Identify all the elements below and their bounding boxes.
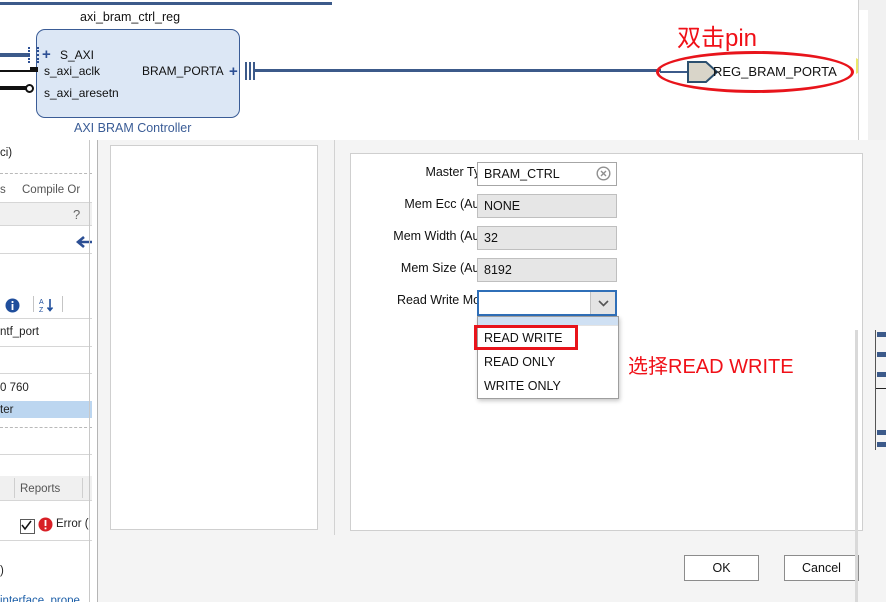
cancel-button[interactable]: Cancel — [784, 555, 859, 581]
bus-stub-2 — [249, 62, 251, 80]
pin-label-s-axi: S_AXI — [60, 48, 95, 62]
expand-plus-bram-porta-icon[interactable]: + — [229, 64, 238, 79]
left-fragment-interface-prop: interface_prope — [0, 595, 80, 602]
field-mem-size: 8192 — [477, 258, 617, 282]
bus-connector-s-axi-icon — [28, 47, 39, 63]
right-edge-ruler — [862, 330, 886, 450]
left-fragment-paren: ) — [0, 565, 4, 577]
checkbox-checked-icon[interactable] — [20, 519, 35, 534]
clear-circle-icon[interactable] — [596, 166, 613, 183]
bus-stub-1 — [245, 62, 247, 80]
annotation-double-click-pin: 双击pin — [677, 25, 758, 52]
right-edge-white-gap — [859, 10, 868, 140]
toolbar-sep-a — [33, 296, 34, 312]
pin-label-s-axi-aclk: s_axi_aclk — [44, 64, 101, 78]
ok-button[interactable]: OK — [684, 555, 759, 581]
block-vlnv-label: AXI BRAM Controller — [74, 121, 192, 135]
tabbar-sep-b — [82, 478, 83, 498]
annotation-select-read-write: 选择READ WRITE — [628, 356, 794, 378]
right-edge-panel — [858, 0, 886, 140]
ruler-vertical-line — [875, 330, 876, 450]
dialog-pane-divider — [334, 140, 335, 535]
ruler-mark-3 — [877, 372, 886, 377]
block-instance-name: axi_bram_ctrl_reg — [80, 10, 181, 24]
panel-divider-5 — [0, 346, 92, 347]
top-selection-rule — [0, 2, 332, 5]
left-fragment-0: ci) — [0, 147, 13, 159]
left-panel-right-border — [89, 140, 90, 602]
field-mem-width: 32 — [477, 226, 617, 250]
panel-divider-4 — [0, 318, 92, 319]
filter-label-error[interactable]: Error ( — [56, 518, 89, 530]
left-fragment-intf-port[interactable]: ntf_port — [0, 326, 39, 338]
field-mem-ecc: NONE — [477, 194, 617, 218]
ruler-mark-1 — [877, 332, 886, 337]
field-master-type[interactable]: BRAM_CTRL — [477, 162, 617, 186]
combobox-option-read-only[interactable]: READ ONLY — [478, 350, 618, 374]
info-icon[interactable] — [5, 298, 20, 316]
ruler-rule-1 — [875, 388, 886, 389]
panel-divider-8 — [0, 500, 92, 501]
panel-divider-3 — [0, 253, 92, 254]
help-icon[interactable]: ? — [73, 207, 80, 222]
ruler-mark-5 — [877, 442, 886, 447]
field-master-type-value: BRAM_CTRL — [484, 167, 560, 181]
combobox-option-write-only[interactable]: WRITE ONLY — [478, 374, 618, 398]
wire-bram-porta-to-port — [255, 69, 661, 72]
error-icon — [38, 517, 53, 535]
expand-plus-s-axi-icon[interactable]: + — [42, 47, 51, 62]
active-low-bubble-icon — [25, 84, 34, 93]
left-fragment-760[interactable]: 0 760 — [0, 382, 29, 394]
left-side-panels[interactable]: ci) s Compile Or ? A Z ntf_port 0 760 te… — [0, 140, 92, 602]
panel-divider-2 — [0, 225, 92, 226]
field-mem-size-value: 8192 — [484, 263, 512, 277]
pin-label-s-axi-aresetn: s_axi_aresetn — [44, 86, 119, 100]
pin-marker-aclk-icon — [30, 67, 38, 72]
chevron-down-icon[interactable] — [590, 292, 615, 314]
panel-divider-9 — [0, 540, 92, 541]
combobox-read-write-mode[interactable] — [477, 290, 617, 316]
svg-text:Z: Z — [39, 307, 44, 314]
highlight-rect-read-write-option — [474, 325, 578, 350]
left-fragment-ter[interactable]: ter — [0, 404, 13, 416]
ruler-mark-2 — [877, 352, 886, 357]
svg-text:A: A — [39, 299, 44, 306]
panel-divider-7 — [0, 454, 92, 455]
panel-divider-dashed-bottom — [0, 427, 92, 428]
selected-row-highlight[interactable] — [0, 401, 92, 418]
tab-compile-order[interactable]: Compile Or — [22, 184, 80, 196]
panel-divider-dashed-top — [0, 173, 92, 174]
field-mem-width-value: 32 — [484, 231, 498, 245]
ruler-mark-4 — [877, 430, 886, 435]
toolbar-sep-b — [62, 296, 63, 312]
field-mem-ecc-value: NONE — [484, 199, 521, 213]
dialog-left-preview-pane[interactable] — [110, 145, 318, 530]
wire-s-axi-aresetn — [0, 86, 26, 90]
highlight-ellipse-external-port — [656, 51, 854, 93]
right-edge-lower-strip — [855, 330, 858, 602]
tabbar-sep-a — [14, 478, 15, 498]
panel-divider-6 — [0, 373, 92, 374]
pin-label-bram-porta: BRAM_PORTA — [142, 64, 224, 78]
sort-az-icon[interactable]: A Z — [39, 297, 56, 317]
left-fragment-2: s — [0, 184, 6, 196]
tab-reports[interactable]: Reports — [20, 483, 60, 495]
wire-s-axi — [0, 53, 30, 57]
